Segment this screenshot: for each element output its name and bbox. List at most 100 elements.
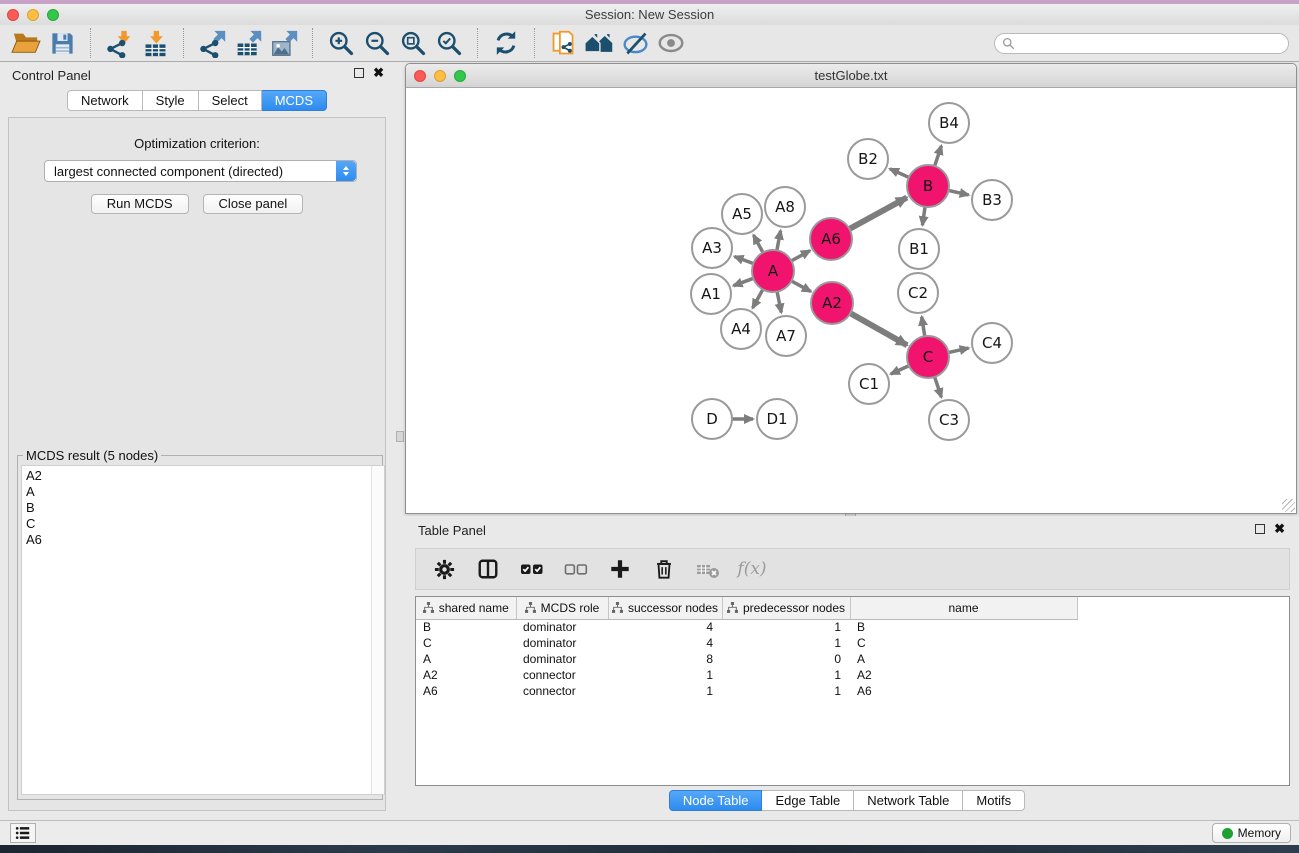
tab-mcds[interactable]: MCDS [262,90,327,111]
zoom-in-icon[interactable] [323,27,359,59]
zoom-fit-icon[interactable] [395,27,431,59]
dropdown-stepper-icon [336,161,356,181]
node-table: shared nameMCDS rolesuccessor nodesprede… [415,596,1290,786]
tab-network-table[interactable]: Network Table [854,790,963,811]
column-header-predecessor-nodes[interactable]: predecessor nodes [722,597,850,619]
new-network-from-selection-icon[interactable] [545,27,581,59]
table-cell: 4 [608,635,722,651]
memory-label: Memory [1238,826,1281,840]
table-cell: dominator [516,619,608,635]
tab-style[interactable]: Style [143,90,199,111]
mcds-result-group: MCDS result (5 nodes) A2ABCA6 [17,448,383,800]
graph-node-label: A3 [702,239,722,257]
float-table-panel-icon[interactable] [1255,524,1265,534]
search-input[interactable] [1019,37,1288,51]
toolbar-separator [477,28,478,58]
graph-node-label: A1 [701,285,721,303]
zoom-out-icon[interactable] [359,27,395,59]
column-header-successor-nodes[interactable]: successor nodes [608,597,722,619]
graph-edge-A6-B[interactable] [847,198,907,231]
show-log-button[interactable] [10,823,36,843]
graph-node-label: B [923,177,933,195]
table-cell: C [416,635,516,651]
graph-node-label: C4 [982,334,1002,352]
close-panel-button[interactable]: Close panel [203,194,304,214]
mcds-result-item[interactable]: C [22,516,384,532]
graph-node-label: B4 [939,114,959,132]
open-session-icon[interactable] [8,27,44,59]
run-mcds-button[interactable]: Run MCDS [91,194,189,214]
graph-edge-A2-C[interactable] [848,312,907,345]
float-panel-icon[interactable] [354,68,364,78]
vertical-splitter-grip[interactable] [396,431,404,442]
network-canvas[interactable]: B4B2BB3A8A5A6A3B1AA1C2A2A4A7C4CC1C3DD1 [406,89,1296,513]
tab-node-table[interactable]: Node Table [669,790,763,811]
status-bar: Memory [0,820,1299,845]
table-cell: A2 [850,667,1077,683]
window-resize-grip[interactable] [1282,499,1295,512]
apply-layout-icon[interactable] [488,27,524,59]
export-table-icon[interactable] [230,27,266,59]
close-panel-icon[interactable]: ✖ [373,68,384,78]
delete-table-icon[interactable] [690,552,726,586]
tab-motifs[interactable]: Motifs [963,790,1025,811]
mcds-result-item[interactable]: A [22,484,384,500]
toolbar-separator [183,28,184,58]
zoom-selected-icon[interactable] [431,27,467,59]
memory-button[interactable]: Memory [1212,823,1291,843]
column-header-shared-name[interactable]: shared name [416,597,516,619]
column-header-name[interactable]: name [850,597,1077,619]
table-row[interactable]: Bdominator41B [416,619,1077,635]
mcds-result-item[interactable]: A6 [22,532,384,548]
graph-node-label: A2 [822,294,842,312]
search-field[interactable] [994,33,1289,54]
table-cell: 8 [608,651,722,667]
select-all-icon[interactable] [514,552,550,586]
mcds-result-list: A2ABCA6 [22,466,384,548]
tab-select[interactable]: Select [199,90,262,111]
function-builder-icon[interactable]: f(x) [734,552,770,586]
table-cell: B [416,619,516,635]
table-cell: A6 [416,683,516,699]
save-session-icon[interactable] [44,27,80,59]
graph-node-label: D1 [766,410,787,428]
close-table-panel-icon[interactable]: ✖ [1274,524,1285,534]
criterion-dropdown[interactable]: largest connected component (directed) [44,160,357,182]
import-network-icon[interactable] [101,27,137,59]
export-network-icon[interactable] [194,27,230,59]
create-column-icon[interactable] [602,552,638,586]
column-chooser-icon[interactable] [470,552,506,586]
table-row[interactable]: A6connector11A6 [416,683,1077,699]
table-row[interactable]: Cdominator41C [416,635,1077,651]
first-neighbors-icon[interactable] [581,27,617,59]
table-cell: dominator [516,651,608,667]
mcds-result-item[interactable]: B [22,500,384,516]
table-cell: 1 [608,667,722,683]
table-cell: connector [516,683,608,699]
graph-node-label: A6 [821,230,841,248]
mcds-result-item[interactable]: A2 [22,468,384,484]
delete-columns-icon[interactable] [646,552,682,586]
graph-node-label: A8 [775,198,795,216]
deselect-all-icon[interactable] [558,552,594,586]
table-cell: A [416,651,516,667]
graph-node-label: C [923,348,933,366]
hide-selected-icon[interactable] [617,27,653,59]
table-settings-icon[interactable] [426,552,462,586]
column-header-MCDS-role[interactable]: MCDS role [516,597,608,619]
tab-edge-table[interactable]: Edge Table [762,790,854,811]
graph-node-label: B2 [858,150,878,168]
graph-node-label: C2 [908,284,928,302]
desktop-strip-bottom [0,845,1299,853]
table-body: Bdominator41BCdominator41CAdominator80AA… [416,619,1077,699]
table-cell: 0 [722,651,850,667]
import-table-icon[interactable] [137,27,173,59]
scrollbar-track[interactable] [371,466,384,794]
table-row[interactable]: Adominator80A [416,651,1077,667]
show-all-icon[interactable] [653,27,689,59]
tab-network[interactable]: Network [67,90,143,111]
network-window-title: testGlobe.txt [406,68,1296,83]
export-image-icon[interactable] [266,27,302,59]
table-row[interactable]: A2connector11A2 [416,667,1077,683]
control-panel-title: Control Panel [12,68,91,83]
